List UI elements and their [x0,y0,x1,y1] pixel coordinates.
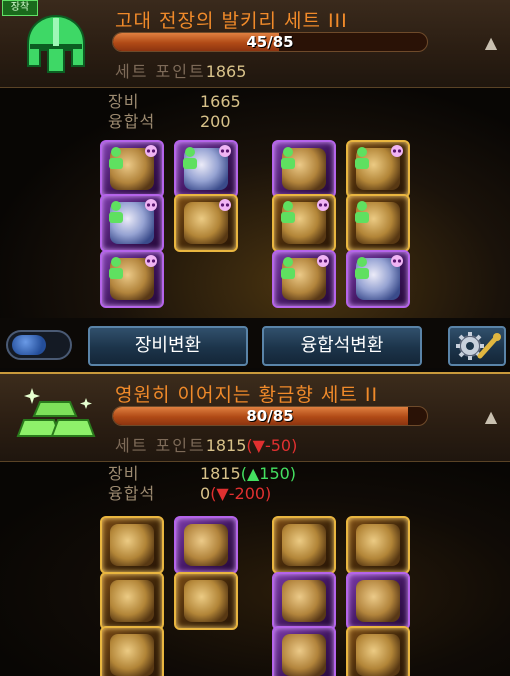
set-stats: 장비 1665 융합석 200 [108,92,241,132]
set-progress-bar: 45/85 [112,32,428,52]
stat-delta: (▲150) [240,464,297,483]
stat-label: 장비 [108,92,140,111]
set-point-delta: (▼-50) [246,436,298,455]
stat-row-fusion: 융합석 200 [108,112,241,132]
stat-row-equip: 장비 1815(▲150) [108,464,296,484]
gear-wrench-icon [456,332,501,360]
set-point-label: 세트 포인트 [115,62,206,81]
equipped-person-icon [109,201,123,223]
equipment-slot[interactable] [272,140,336,198]
equipment-slot[interactable] [100,626,164,676]
skull-icon [145,199,157,211]
progress-text: 45/85 [246,33,294,51]
equipped-person-icon [355,201,369,223]
equipment-slot[interactable] [346,572,410,630]
equipment-slot[interactable] [272,194,336,252]
equipment-slot[interactable] [174,572,238,630]
skull-icon [145,145,157,157]
set-title: 고대 전장의 발키리 세트 III [115,10,348,32]
skull-icon [317,199,329,211]
display-toggle[interactable] [6,330,72,360]
equipment-slot[interactable] [100,194,164,252]
equipment-grid-1: 장비 1665 융합석 200 [0,88,510,318]
set-toolbar: 장비변환 융합석변환 [0,318,510,368]
set-panel-2: 영원히 이어지는 황금향 세트 II 80/85 ▲ 세트 포인트1815(▼-… [0,372,510,676]
skull-icon [391,145,403,157]
green-helmet-icon [27,14,85,73]
set-stats: 장비 1815(▲150) 융합석 0(▼-200) [108,464,296,504]
fusion-convert-button[interactable]: 융합석변환 [262,326,422,366]
stat-value: 0(▼-200) [200,484,272,503]
equipment-slot[interactable] [346,250,410,308]
stat-value: 1665 [200,92,241,111]
stat-label: 융합석 [108,112,156,131]
skull-icon [219,199,231,211]
progress-text: 80/85 [246,407,294,425]
collapse-button[interactable]: ▲ [480,34,502,52]
skull-icon [391,255,403,267]
equipment-slot[interactable] [272,626,336,676]
equipment-slot[interactable] [272,516,336,574]
equipped-person-icon [355,147,369,169]
stat-row-fusion: 융합석 0(▼-200) [108,484,296,504]
equipped-person-icon [183,147,197,169]
settings-button[interactable] [448,326,506,366]
equipment-slot[interactable] [346,194,410,252]
set-point-value: 1865 [205,62,247,81]
stat-row-equip: 장비 1665 [108,92,241,112]
equipment-slot[interactable] [174,140,238,198]
equipped-person-icon [355,257,369,279]
set-progress-bar: 80/85 [112,406,428,426]
stat-value: 1815(▲150) [200,464,297,483]
equipped-person-icon [109,257,123,279]
stat-label: 융합석 [108,484,156,503]
equipment-slot[interactable] [272,572,336,630]
equipment-slot[interactable] [346,516,410,574]
stat-value: 200 [200,112,231,131]
equipped-person-icon [109,147,123,169]
equipment-grid-2: 장비 1815(▲150) 융합석 0(▼-200) [0,462,510,676]
skull-icon [219,145,231,157]
set-panel-1: 장착 고대 전장의 발키리 세트 III 45/85 ▲ 세트 포인트1865 … [0,0,510,372]
stat-delta: (▼-200) [210,484,272,503]
set-title: 영원히 이어지는 황금향 세트 II [115,384,379,406]
set-header-2[interactable]: 영원히 이어지는 황금향 세트 II 80/85 ▲ 세트 포인트1815(▼-… [0,372,510,462]
equipment-slot[interactable] [100,250,164,308]
skull-icon [145,255,157,267]
set-point: 세트 포인트1815(▼-50) [115,432,297,456]
equipped-person-icon [281,257,295,279]
collapse-button[interactable]: ▲ [480,408,502,426]
equipment-slot[interactable] [100,572,164,630]
equipment-slot[interactable] [174,194,238,252]
equipment-slot[interactable] [174,516,238,574]
equipment-slot[interactable] [100,140,164,198]
set-header-1[interactable]: 장착 고대 전장의 발키리 세트 III 45/85 ▲ 세트 포인트1865 [0,0,510,88]
equipped-person-icon [281,147,295,169]
equipment-slot[interactable] [346,626,410,676]
gold-bars-icon [16,388,96,437]
equipped-person-icon [281,201,295,223]
skull-icon [317,255,329,267]
equipment-slot[interactable] [272,250,336,308]
stat-label: 장비 [108,464,140,483]
equipment-slot[interactable] [100,516,164,574]
equip-convert-button[interactable]: 장비변환 [88,326,248,366]
equipment-slot[interactable] [346,140,410,198]
set-point-label: 세트 포인트 [115,436,206,455]
set-point: 세트 포인트1865 [115,58,246,82]
set-point-value: 1815 [205,436,247,455]
